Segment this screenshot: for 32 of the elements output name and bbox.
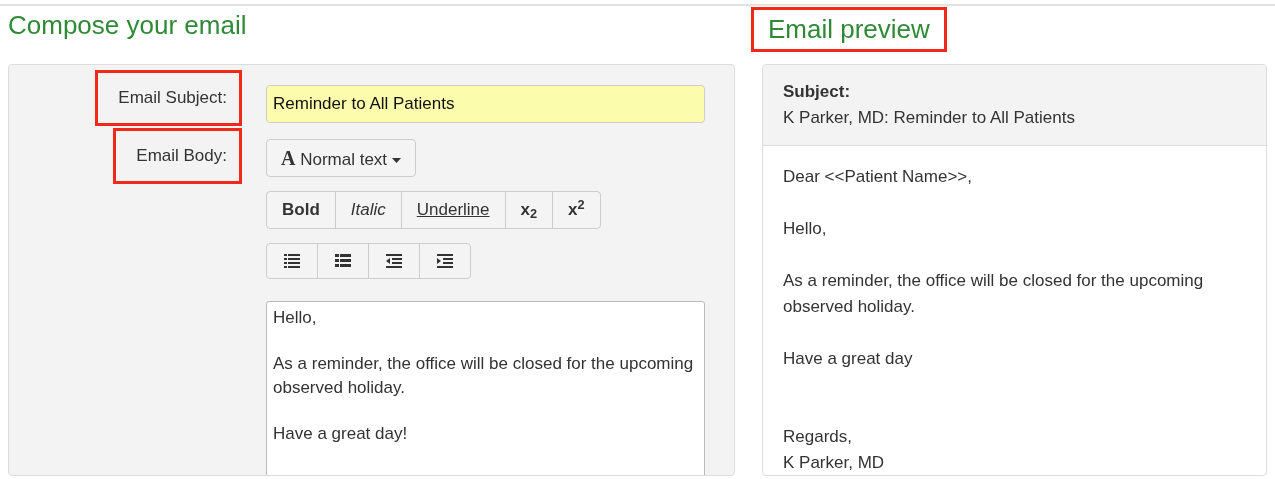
numbered-list-button[interactable] <box>266 243 318 280</box>
superscript-button[interactable]: x$^{2}$ <box>552 191 601 230</box>
field-label: Email Subject: <box>98 73 239 123</box>
italic-button[interactable]: Italic <box>334 191 402 230</box>
paragraph: Hello, <box>273 306 318 329</box>
subscript-button[interactable]: x$_{2}$ <box>504 191 554 230</box>
font-icon: A <box>281 147 296 169</box>
section-heading: Email preview <box>754 10 944 50</box>
outdent-button[interactable] <box>368 243 420 280</box>
indent-icon <box>436 253 454 270</box>
field-label: Email Body: <box>116 131 239 181</box>
bulleted-list-button[interactable] <box>317 243 369 280</box>
paragraph: Have a great day <box>783 348 914 370</box>
signature: Regards, K Parker, MD <box>783 426 886 474</box>
indent-button[interactable] <box>419 243 471 280</box>
paragraph: Hello, <box>783 218 828 240</box>
paragraph: As a reminder, the office will be closed for the upcoming observed holiday. <box>273 352 695 399</box>
numbered-list-icon <box>283 253 301 270</box>
bold-button[interactable]: Bold <box>266 191 336 230</box>
paragraph: Dear <<Patient Name>>, <box>783 166 973 188</box>
subject-input[interactable]: Reminder to All Patients <box>266 85 705 123</box>
paragraph: As a reminder, the office will be closed for the upcoming observed holiday. <box>783 270 1205 318</box>
body-editor[interactable]: Hello, As a reminder, the office will be closed for the upcoming observed holiday. Have a great day! <box>266 300 705 475</box>
section-heading: Compose your email <box>8 10 247 42</box>
bulleted-list-icon <box>334 253 352 270</box>
format-dropdown[interactable]: A Normal text <box>266 139 416 178</box>
subject-text: K Parker, MD: Reminder to All Patients <box>783 107 1076 129</box>
paragraph: Have a great day! <box>273 422 409 445</box>
caret-icon <box>391 158 401 163</box>
outdent-icon <box>385 253 403 270</box>
underline-button[interactable]: Underline <box>400 191 506 230</box>
subject-label: Subject: <box>783 81 852 103</box>
